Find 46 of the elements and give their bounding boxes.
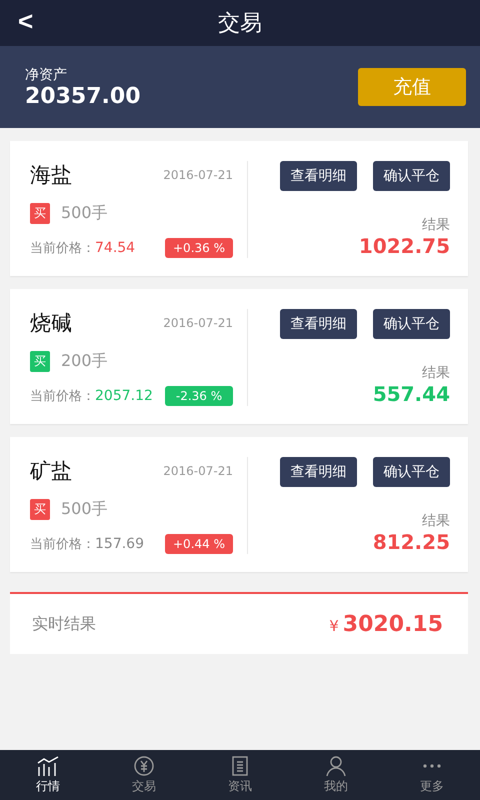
- trade-date: 2016-07-21: [163, 168, 233, 182]
- net-assets-value: 20357.00: [25, 84, 141, 108]
- result-value: 1022.75: [358, 234, 450, 258]
- details-button[interactable]: 查看明细: [280, 309, 357, 339]
- close-position-button[interactable]: 确认平仓: [373, 161, 450, 191]
- result-label: 结果: [421, 364, 450, 382]
- lot-count: 500手: [61, 499, 108, 520]
- total-value: 3020.15: [342, 612, 443, 636]
- change-percent: +0.36 %: [165, 238, 233, 258]
- yuan-icon: [132, 755, 156, 777]
- user-icon: [324, 755, 348, 777]
- currency-sign: ¥: [329, 616, 339, 634]
- nav-tab[interactable]: 更多: [384, 750, 480, 800]
- change-percent: -2.36 %: [165, 386, 233, 406]
- nav-tab[interactable]: 交易: [96, 750, 192, 800]
- result-value: 812.25: [372, 530, 450, 554]
- current-price: 当前价格：2057.12: [30, 387, 153, 405]
- change-percent: +0.44 %: [165, 534, 233, 554]
- result-value: 557.44: [372, 382, 450, 406]
- product-name: 海盐: [30, 162, 72, 189]
- nav-tab[interactable]: 我的: [288, 750, 384, 800]
- current-price: 当前价格：157.69: [30, 535, 144, 553]
- total-label: 实时结果: [32, 614, 96, 634]
- page-title: 交易: [218, 10, 262, 38]
- product-name: 烧碱: [30, 310, 72, 337]
- product-name: 矿盐: [30, 458, 72, 485]
- direction-tag: 买: [30, 499, 50, 520]
- current-price: 当前价格：74.54: [30, 239, 136, 257]
- nav-tab[interactable]: 行情: [0, 750, 96, 800]
- direction-tag: 买: [30, 351, 50, 372]
- direction-tag: 买: [30, 203, 50, 224]
- close-position-button[interactable]: 确认平仓: [373, 457, 450, 487]
- details-button[interactable]: 查看明细: [280, 457, 357, 487]
- lot-count: 200手: [61, 351, 108, 372]
- close-position-button[interactable]: 确认平仓: [373, 309, 450, 339]
- result-label: 结果: [421, 216, 450, 234]
- lot-count: 500手: [61, 203, 108, 224]
- nav-tab[interactable]: 资讯: [192, 750, 288, 800]
- net-assets-label: 净资产: [25, 66, 68, 84]
- result-label: 结果: [421, 512, 450, 530]
- more-icon: [423, 764, 441, 768]
- chart-icon: [36, 755, 60, 777]
- trade-date: 2016-07-21: [163, 464, 233, 478]
- details-button[interactable]: 查看明细: [280, 161, 357, 191]
- trade-date: 2016-07-21: [163, 316, 233, 330]
- back-button[interactable]: <: [12, 6, 40, 37]
